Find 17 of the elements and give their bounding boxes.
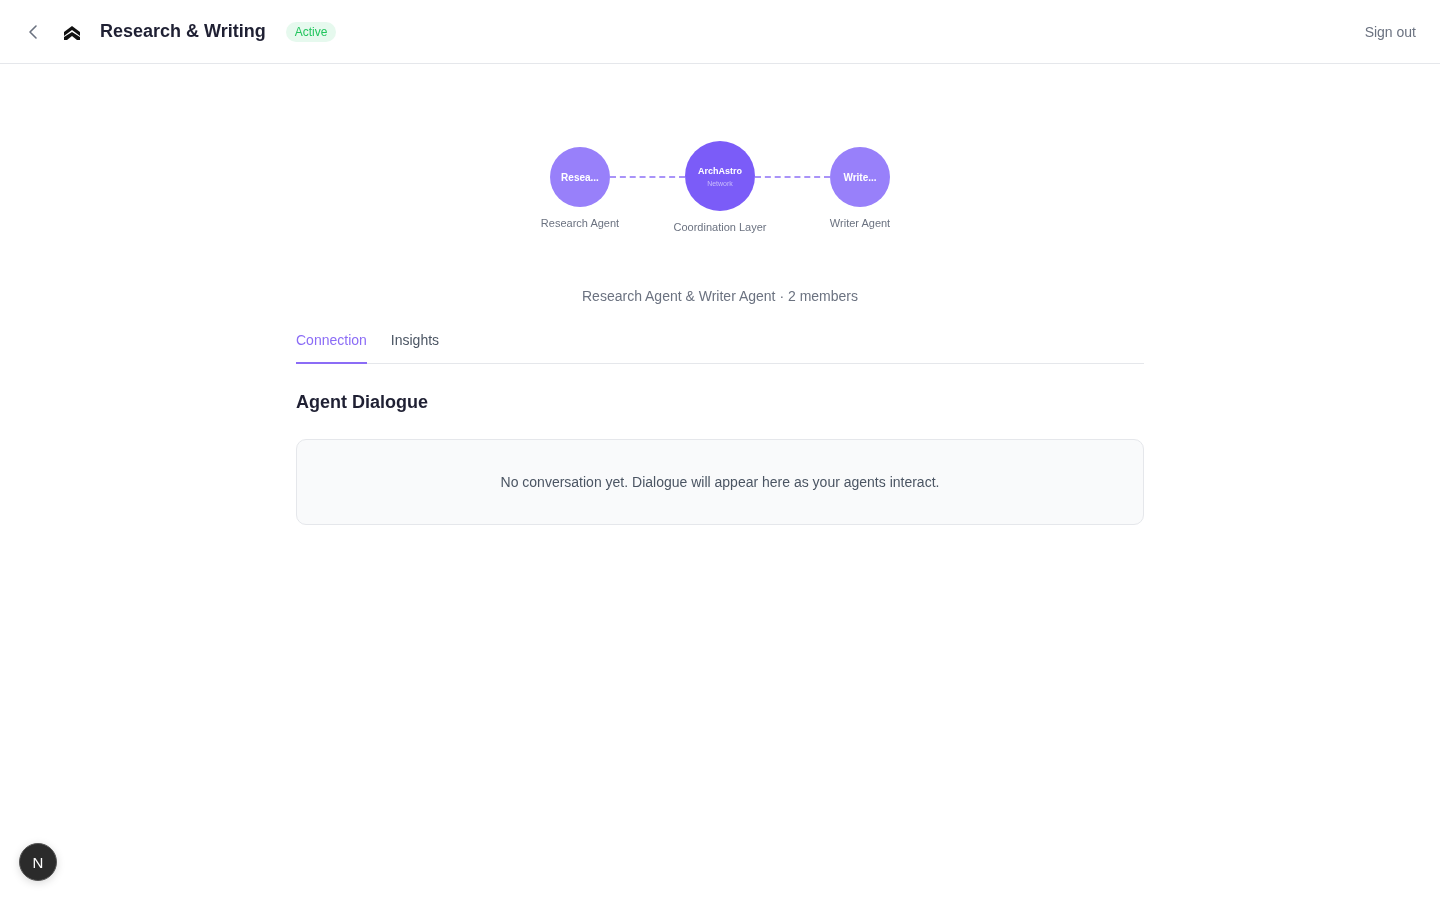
node-label: Coordination Layer xyxy=(673,221,767,233)
dev-badge[interactable]: N xyxy=(19,843,57,881)
node-name: ArchAstro xyxy=(698,165,742,176)
tab[interactable]: Insights xyxy=(390,324,440,364)
node-label: Writer Agent xyxy=(829,217,891,229)
empty-message: No conversation yet. Dialogue will appear here as your agents interact. xyxy=(500,474,940,490)
logo-icon xyxy=(62,23,82,40)
agent-node: Write... xyxy=(830,147,890,207)
sign-out-link[interactable]: Sign out xyxy=(1364,23,1416,40)
node-label: Research Agent xyxy=(540,217,620,229)
section-heading: Agent Dialogue xyxy=(296,392,429,413)
members-summary: Research Agent & Writer Agent · 2 members xyxy=(581,288,859,304)
agent-node: Resea... xyxy=(550,147,610,207)
back-icon[interactable] xyxy=(28,23,38,40)
page-title: Research & Writing xyxy=(100,21,266,42)
tab[interactable]: Connection xyxy=(296,324,367,364)
status-badge: Active xyxy=(285,21,337,42)
